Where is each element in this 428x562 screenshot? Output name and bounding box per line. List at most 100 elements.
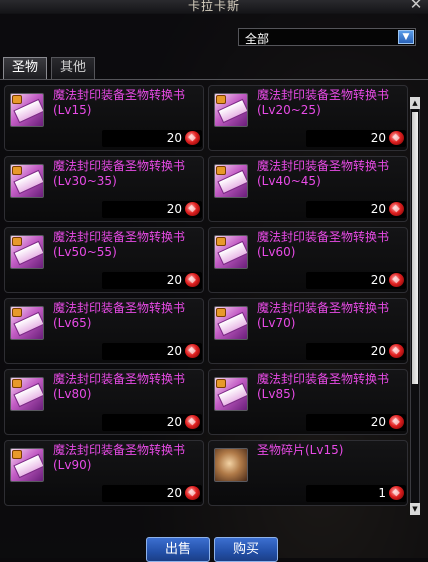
item-price: 20 xyxy=(102,485,202,502)
item-name: 魔法封印装备圣物转换书(Lv65) xyxy=(53,301,186,330)
filter-selected-value: 全部 xyxy=(245,32,270,46)
currency-gem-icon xyxy=(389,202,404,216)
scroll-up-icon[interactable]: ▲ xyxy=(410,97,420,109)
title-bar: 卡拉卡斯 ✕ xyxy=(0,0,428,14)
close-button[interactable]: ✕ xyxy=(408,0,424,12)
price-value: 20 xyxy=(166,273,182,287)
category-filter-dropdown[interactable]: 全部 ▼ xyxy=(238,28,416,46)
price-value: 20 xyxy=(370,344,386,358)
item-price: 20 xyxy=(306,414,406,431)
item-name: 圣物碎片(Lv15) xyxy=(257,443,344,457)
lock-icon xyxy=(12,379,22,388)
price-value: 20 xyxy=(370,131,386,145)
currency-gem-icon xyxy=(389,344,404,358)
item-slot[interactable]: 魔法封印装备圣物转换书(Lv40~45) 20 xyxy=(208,156,408,222)
currency-gem-icon xyxy=(389,273,404,287)
price-value: 20 xyxy=(370,273,386,287)
item-name: 魔法封印装备圣物转换书(Lv80) xyxy=(53,372,186,401)
item-price: 20 xyxy=(102,343,202,360)
price-value: 20 xyxy=(166,344,182,358)
item-name: 魔法封印装备圣物转换书(Lv90) xyxy=(53,443,186,472)
currency-gem-icon xyxy=(185,131,200,145)
item-slot[interactable]: 魔法封印装备圣物转换书(Lv80) 20 xyxy=(4,369,204,435)
window-title: 卡拉卡斯 xyxy=(187,0,240,13)
item-price: 1 xyxy=(306,485,406,502)
seal-scroll-icon[interactable] xyxy=(214,377,248,411)
item-price: 20 xyxy=(306,130,406,147)
lock-icon xyxy=(216,166,226,175)
currency-gem-icon xyxy=(389,486,404,500)
price-value: 20 xyxy=(166,415,182,429)
item-price: 20 xyxy=(102,414,202,431)
seal-scroll-icon[interactable] xyxy=(10,448,44,482)
currency-gem-icon xyxy=(389,131,404,145)
currency-gem-icon xyxy=(185,415,200,429)
item-slot[interactable]: 魔法封印装备圣物转换书(Lv50~55) 20 xyxy=(4,227,204,293)
item-slot[interactable]: 圣物碎片(Lv15) 1 xyxy=(208,440,408,506)
relic-fragment-icon[interactable] xyxy=(214,448,248,482)
item-slot[interactable]: 魔法封印装备圣物转换书(Lv90) 20 xyxy=(4,440,204,506)
buy-button[interactable]: 购买 xyxy=(214,537,278,562)
price-value: 20 xyxy=(166,486,182,500)
seal-scroll-icon[interactable] xyxy=(214,164,248,198)
item-name: 魔法封印装备圣物转换书(Lv20~25) xyxy=(257,88,390,117)
currency-gem-icon xyxy=(185,273,200,287)
item-name: 魔法封印装备圣物转换书(Lv85) xyxy=(257,372,390,401)
item-name: 魔法封印装备圣物转换书(Lv30~35) xyxy=(53,159,186,188)
currency-gem-icon xyxy=(185,486,200,500)
lock-icon xyxy=(216,308,226,317)
item-scrollbar[interactable]: ▲ ▼ xyxy=(410,97,420,515)
lock-icon xyxy=(12,308,22,317)
item-price: 20 xyxy=(306,201,406,218)
seal-scroll-icon[interactable] xyxy=(214,306,248,340)
seal-scroll-icon[interactable] xyxy=(10,377,44,411)
item-price: 20 xyxy=(102,272,202,289)
shop-window: 全部 ▼ 圣物 其他 魔法封印装备圣物转换书(Lv15) 20 魔法封印装备圣物转换… xyxy=(0,13,428,562)
lock-icon xyxy=(12,166,22,175)
lock-icon xyxy=(12,237,22,246)
item-slot[interactable]: 魔法封印装备圣物转换书(Lv70) 20 xyxy=(208,298,408,364)
item-slot[interactable]: 魔法封印装备圣物转换书(Lv30~35) 20 xyxy=(4,156,204,222)
item-name: 魔法封印装备圣物转换书(Lv15) xyxy=(53,88,186,117)
currency-gem-icon xyxy=(185,344,200,358)
price-value: 20 xyxy=(370,202,386,216)
item-slot[interactable]: 魔法封印装备圣物转换书(Lv65) 20 xyxy=(4,298,204,364)
seal-scroll-icon[interactable] xyxy=(10,306,44,340)
price-value: 20 xyxy=(166,202,182,216)
lock-icon xyxy=(216,237,226,246)
seal-scroll-icon[interactable] xyxy=(10,235,44,269)
currency-gem-icon xyxy=(389,415,404,429)
price-value: 20 xyxy=(370,415,386,429)
item-price: 20 xyxy=(102,130,202,147)
tab-other[interactable]: 其他 xyxy=(51,57,95,79)
price-value: 20 xyxy=(166,131,182,145)
sell-button[interactable]: 出售 xyxy=(146,537,210,562)
item-name: 魔法封印装备圣物转换书(Lv60) xyxy=(257,230,390,259)
currency-gem-icon xyxy=(185,202,200,216)
lock-icon xyxy=(12,95,22,104)
item-slot[interactable]: 魔法封印装备圣物转换书(Lv15) 20 xyxy=(4,85,204,151)
seal-scroll-icon[interactable] xyxy=(214,235,248,269)
tab-divider xyxy=(0,79,428,80)
lock-icon xyxy=(216,95,226,104)
price-value: 1 xyxy=(378,486,386,500)
dropdown-arrow-icon[interactable]: ▼ xyxy=(398,30,414,44)
item-name: 魔法封印装备圣物转换书(Lv70) xyxy=(257,301,390,330)
scroll-down-icon[interactable]: ▼ xyxy=(410,503,420,515)
lock-icon xyxy=(12,450,22,459)
item-name: 魔法封印装备圣物转换书(Lv50~55) xyxy=(53,230,186,259)
item-slot[interactable]: 魔法封印装备圣物转换书(Lv85) 20 xyxy=(208,369,408,435)
seal-scroll-icon[interactable] xyxy=(214,93,248,127)
item-grid: 魔法封印装备圣物转换书(Lv15) 20 魔法封印装备圣物转换书(Lv20~25) 2… xyxy=(4,85,408,519)
seal-scroll-icon[interactable] xyxy=(10,93,44,127)
seal-scroll-icon[interactable] xyxy=(10,164,44,198)
tab-relics[interactable]: 圣物 xyxy=(3,57,47,79)
item-price: 20 xyxy=(306,272,406,289)
item-price: 20 xyxy=(102,201,202,218)
item-name: 魔法封印装备圣物转换书(Lv40~45) xyxy=(257,159,390,188)
lock-icon xyxy=(216,379,226,388)
scroll-thumb[interactable] xyxy=(412,112,418,384)
item-slot[interactable]: 魔法封印装备圣物转换书(Lv60) 20 xyxy=(208,227,408,293)
item-slot[interactable]: 魔法封印装备圣物转换书(Lv20~25) 20 xyxy=(208,85,408,151)
item-price: 20 xyxy=(306,343,406,360)
